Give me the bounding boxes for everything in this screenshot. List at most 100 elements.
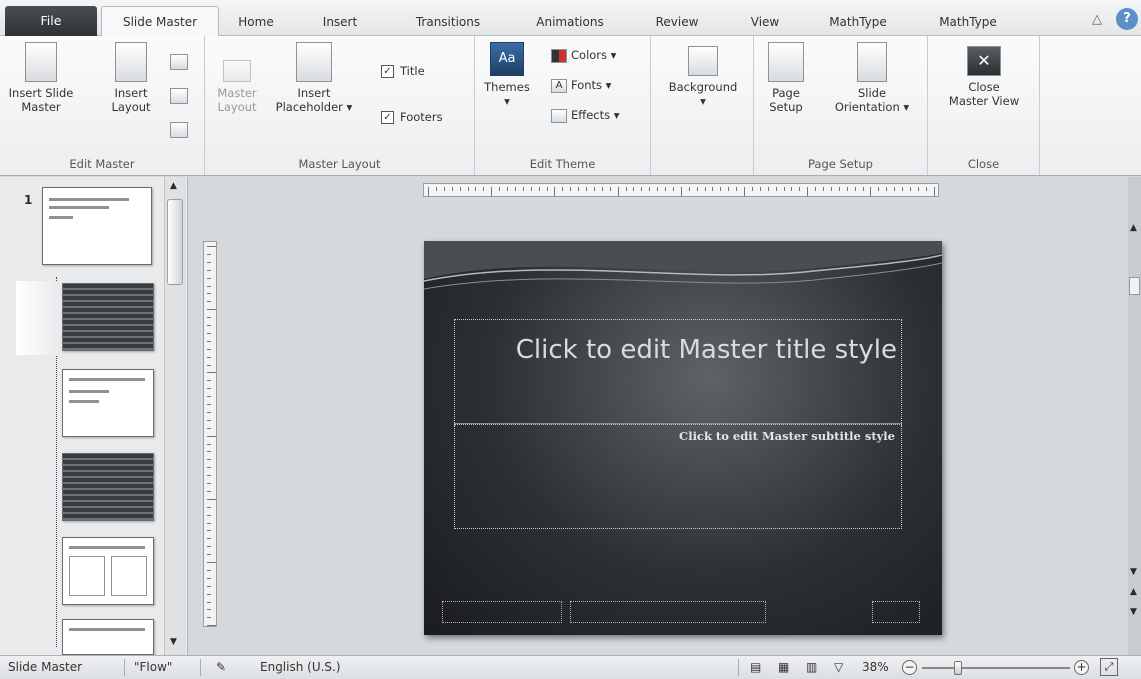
thumbnail-layout-title[interactable] <box>62 283 154 351</box>
previous-slide-icon[interactable]: ▲ <box>1130 587 1137 597</box>
preserve-icon[interactable] <box>170 122 188 138</box>
normal-view-icon[interactable]: ▤ <box>750 660 761 674</box>
zoom-in-icon[interactable]: + <box>1074 660 1089 675</box>
ruler-tick <box>870 187 872 196</box>
slide-sorter-icon[interactable]: ▦ <box>778 660 789 674</box>
background-button[interactable]: Background ▾ <box>657 46 749 108</box>
tab-transitions[interactable]: Transitions <box>405 10 491 34</box>
thumbnail-layout-content[interactable] <box>62 369 154 437</box>
ruler-tick <box>207 293 211 295</box>
next-slide-icon[interactable]: ▼ <box>1130 607 1137 617</box>
slide-orientation-button[interactable]: Slide Orientation ▾ <box>820 42 924 114</box>
minimize-ribbon-icon[interactable]: △ <box>1092 12 1102 27</box>
title-checkbox-row[interactable]: ✓ Title <box>381 62 425 80</box>
thumbnail-line <box>69 378 145 381</box>
thumbnail-layout-section[interactable] <box>62 453 154 521</box>
slide-show-icon[interactable]: ▽ <box>834 660 843 674</box>
status-separator <box>738 659 739 676</box>
thumbnail-slide-master[interactable] <box>42 187 152 265</box>
ruler-tick <box>562 187 564 191</box>
ruler-tick <box>894 187 896 191</box>
ruler-tick <box>649 187 651 191</box>
rename-icon[interactable] <box>170 88 188 104</box>
ruler-tick <box>704 187 706 191</box>
zoom-level[interactable]: 38% <box>862 660 889 674</box>
slide-swoosh-decoration <box>424 241 942 290</box>
footer-placeholder[interactable] <box>570 601 766 623</box>
tab-mathtype-2[interactable]: MathType <box>930 10 1006 34</box>
tab-insert[interactable]: Insert <box>315 10 365 34</box>
colors-icon <box>551 48 567 63</box>
tab-animations[interactable]: Animations <box>525 10 615 34</box>
zoom-slider-thumb[interactable] <box>954 661 963 675</box>
close-group-label: Close <box>967 157 1000 171</box>
zoom-out-icon[interactable]: − <box>902 660 917 675</box>
tab-mathtype-1[interactable]: MathType <box>820 10 896 34</box>
themes-button[interactable]: Aa Themes ▾ <box>483 42 531 108</box>
ruler-tick <box>435 187 437 191</box>
zoom-slider[interactable] <box>922 661 1070 675</box>
edit-master-group-label: Edit Master <box>69 157 135 171</box>
close-label-2: Master View <box>948 94 1020 108</box>
scroll-up-icon[interactable]: ▲ <box>1130 223 1137 233</box>
ruler-tick <box>609 187 611 191</box>
close-master-view-button[interactable]: ✕ Close Master View <box>936 46 1032 108</box>
ruler-tick <box>207 569 211 571</box>
delete-icon[interactable] <box>170 54 188 70</box>
slide-number-placeholder[interactable] <box>872 601 920 623</box>
tab-view[interactable]: View <box>742 10 788 34</box>
footers-checkbox-row[interactable]: ✓ Footers <box>381 108 443 126</box>
slide-master-canvas[interactable]: Click to edit Master title style Click t… <box>424 241 942 635</box>
ruler-tick <box>207 325 211 326</box>
slide-orientation-icon <box>857 42 887 82</box>
tab-file[interactable]: File <box>5 6 97 36</box>
scroll-thumb[interactable] <box>167 199 183 285</box>
date-placeholder[interactable] <box>442 601 562 623</box>
title-checkbox[interactable]: ✓ <box>381 65 394 78</box>
thumbnail-line <box>69 400 99 403</box>
reading-view-icon[interactable]: ▥ <box>806 660 817 674</box>
help-icon[interactable]: ? <box>1116 8 1138 30</box>
group-background: Background ▾ <box>651 36 754 175</box>
thumbnail-layout-comparison[interactable] <box>62 619 154 655</box>
thumbnail-scrollbar[interactable]: ▲ ▼ <box>164 177 186 655</box>
master-subtitle-text[interactable]: Click to edit Master subtitle style <box>679 429 895 443</box>
colors-button[interactable]: Colors ▾ <box>551 46 616 64</box>
ruler-tick <box>207 404 211 405</box>
tab-home[interactable]: Home <box>230 10 282 34</box>
thumbnail-line <box>49 206 109 209</box>
horizontal-ruler <box>423 183 939 197</box>
status-separator <box>124 659 125 676</box>
scroll-down-icon[interactable]: ▼ <box>1130 567 1137 577</box>
ruler-tick <box>507 187 508 191</box>
ruler-tick <box>751 187 753 191</box>
editing-area-scrollbar[interactable]: ▲ ▼ ▲ ▼ <box>1128 177 1141 655</box>
spellcheck-icon[interactable]: ✎ <box>216 660 226 674</box>
tab-review[interactable]: Review <box>648 10 706 34</box>
scroll-thumb[interactable] <box>1129 277 1140 295</box>
ruler-tick <box>665 187 666 191</box>
insert-layout-button[interactable]: Insert Layout <box>104 42 158 114</box>
status-language[interactable]: English (U.S.) <box>260 660 341 674</box>
subtitle-placeholder[interactable]: Click to edit Master subtitle style <box>454 425 902 529</box>
ruler-tick <box>207 419 211 421</box>
scroll-down-icon[interactable]: ▼ <box>170 637 177 647</box>
ruler-tick <box>207 356 211 358</box>
ruler-tick <box>657 187 659 191</box>
scroll-up-icon[interactable]: ▲ <box>170 181 177 191</box>
ruler-tick <box>909 187 911 191</box>
fit-to-window-icon[interactable]: ⤢ <box>1100 658 1118 676</box>
master-title-text[interactable]: Click to edit Master title style <box>467 330 897 370</box>
insert-slide-master-button[interactable]: Insert Slide Master <box>6 42 76 114</box>
page-setup-button[interactable]: Page Setup <box>764 42 808 114</box>
ruler-tick <box>207 593 211 595</box>
fonts-button[interactable]: A Fonts ▾ <box>551 76 611 94</box>
ruler-tick <box>207 388 211 390</box>
effects-button[interactable]: Effects ▾ <box>551 106 620 124</box>
insert-placeholder-button[interactable]: Insert Placeholder ▾ <box>269 42 359 114</box>
title-placeholder[interactable]: Click to edit Master title style <box>454 319 902 425</box>
tab-slide-master[interactable]: Slide Master <box>101 6 219 37</box>
footers-checkbox[interactable]: ✓ <box>381 111 394 124</box>
master-layout-button[interactable]: Master Layout <box>213 60 261 114</box>
thumbnail-layout-two-content[interactable] <box>62 537 154 605</box>
